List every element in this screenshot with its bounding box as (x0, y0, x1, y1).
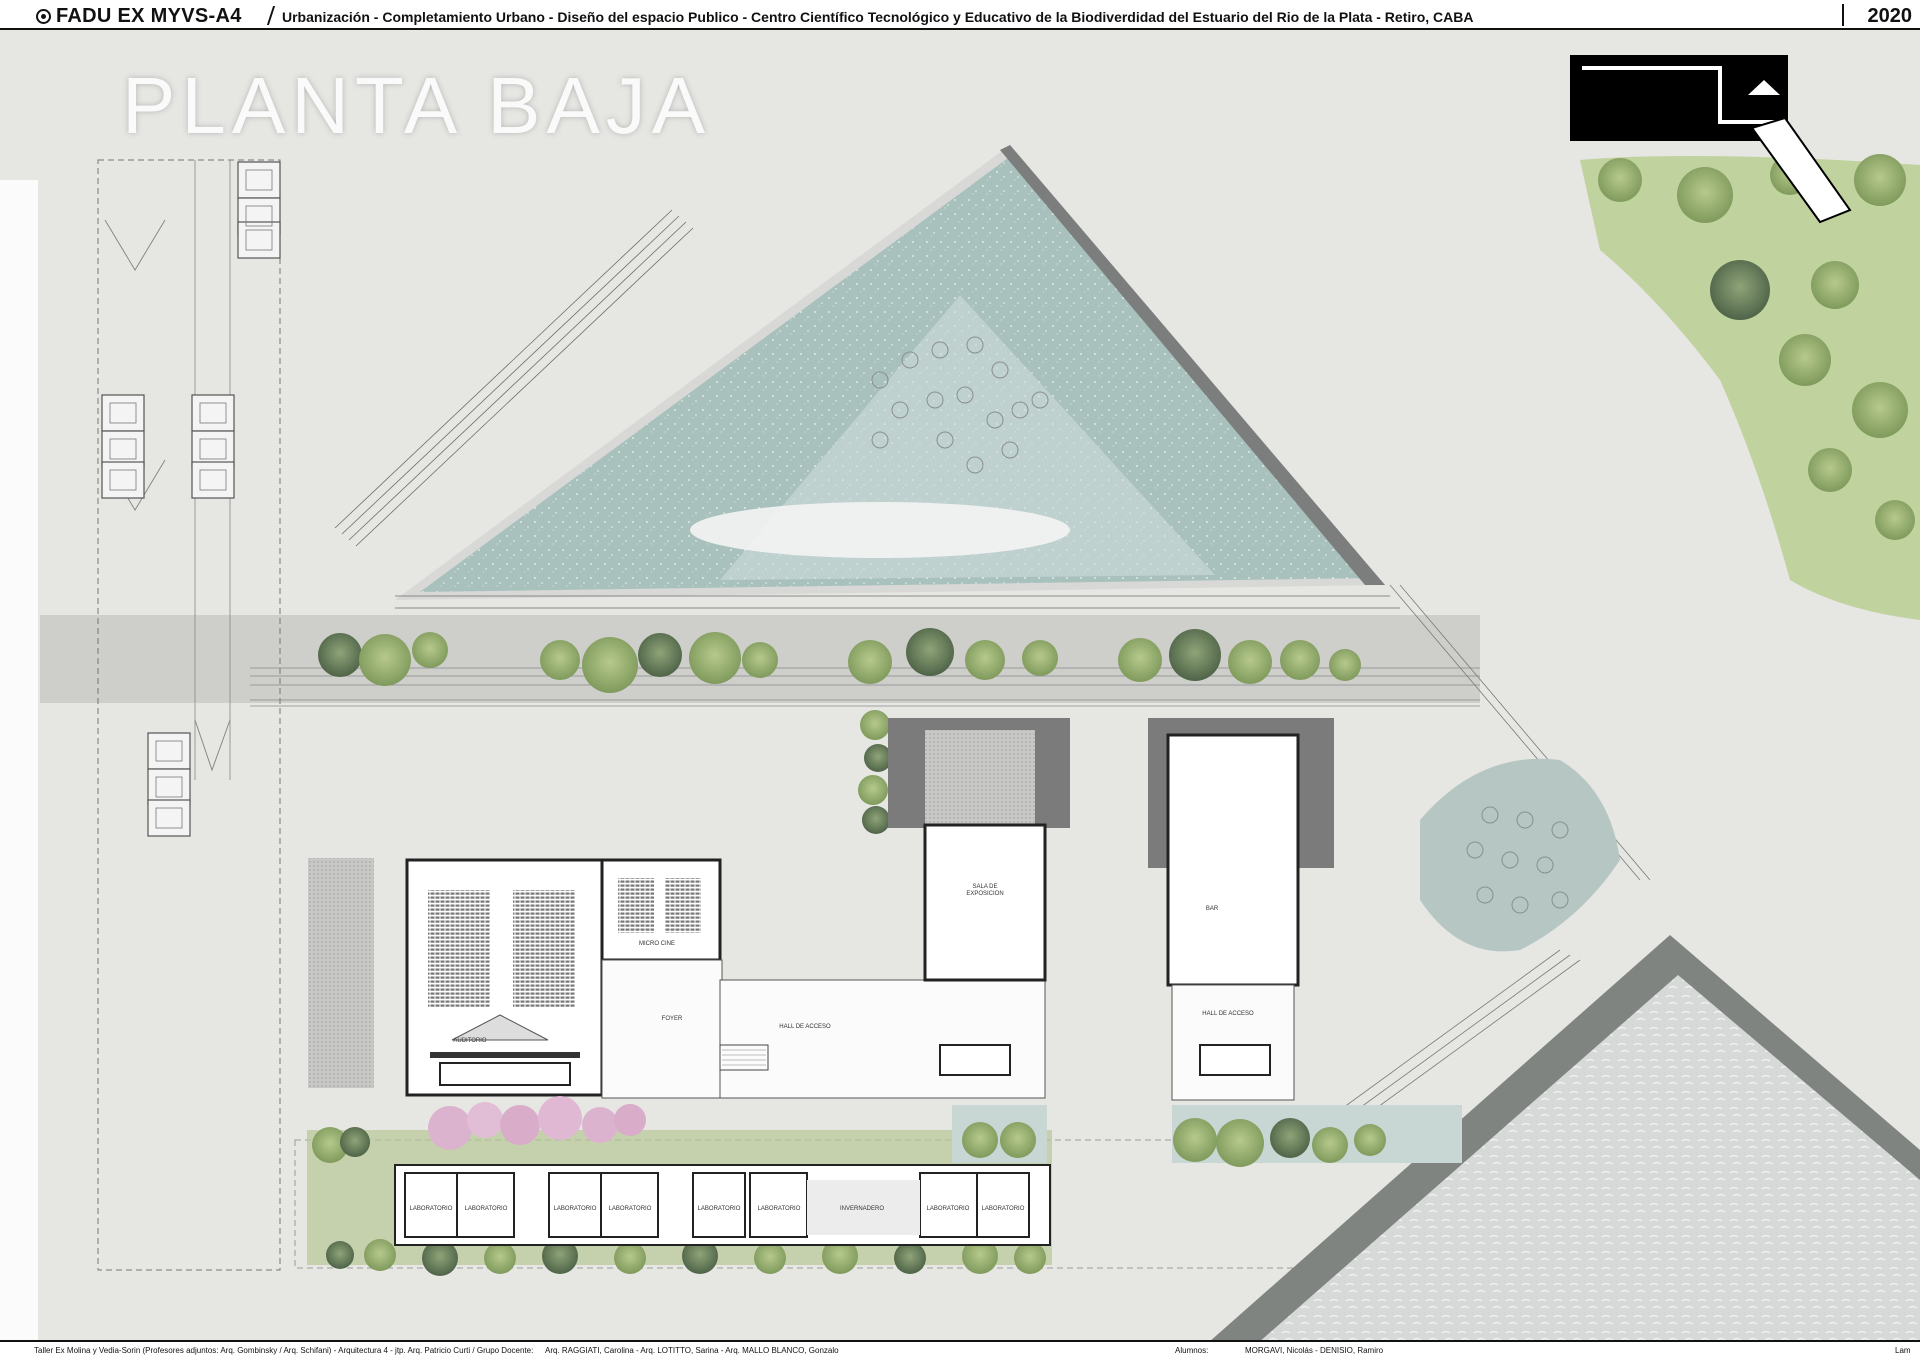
label-hall-acceso-1: HALL DE ACCESO (779, 1024, 831, 1030)
header-divider (266, 6, 276, 25)
building-bar (1148, 718, 1334, 1101)
header-bar: FADU EX MYVS-A4 Urbanización - Completam… (0, 0, 1920, 30)
label-hall-acceso-2: HALL DE ACCESO (1202, 1011, 1254, 1017)
footer-docentes: Arq. RAGGIATI, Carolina - Arq. LOTITTO, … (545, 1346, 839, 1355)
plan-sheet: AUDITORIO MICRO CINE FOYER HALL DE ACCES… (0, 0, 1920, 1358)
label-laboratorio: LABORATORIO (554, 1206, 597, 1212)
label-laboratorio: LABORATORIO (927, 1206, 970, 1212)
footer-credits: Taller Ex Molina y Vedia-Sorin (Profesor… (34, 1346, 534, 1355)
label-laboratorio: LABORATORIO (698, 1206, 741, 1212)
university-seal-icon (36, 9, 51, 24)
label-invernadero: INVERNADERO (840, 1206, 884, 1212)
footer-alumnos: MORGAVI, Nicolás - DENISIO, Ramiro (1245, 1346, 1384, 1355)
label-laboratorio: LABORATORIO (609, 1206, 652, 1212)
page-title: PLANTA BAJA (122, 61, 712, 150)
parking-strip (308, 858, 374, 1088)
vertical-tree-row (858, 710, 892, 834)
label-micro-cine: MICRO CINE (639, 941, 675, 947)
sheet-code: FADU EX MYVS-A4 (56, 5, 242, 27)
label-sala-de: SALA DE (972, 884, 997, 890)
footer-alumnos-label: Alumnos: (1175, 1346, 1209, 1355)
left-margin-strip (0, 180, 38, 1358)
triangular-pond (334, 145, 1400, 609)
building-exhibition (888, 718, 1070, 982)
laboratory-row (394, 1164, 1051, 1246)
label-laboratorio: LABORATORIO (465, 1206, 508, 1212)
small-pond (1420, 758, 1620, 952)
sheet-year: 2020 (1867, 5, 1913, 27)
label-auditorio: AUDITORIO (453, 1038, 487, 1044)
laboratory-labels: LABORATORIO LABORATORIO LABORATORIO LABO… (410, 1206, 1025, 1212)
footer-sheet: Lam (1895, 1346, 1911, 1355)
label-laboratorio: LABORATORIO (410, 1206, 453, 1212)
label-foyer: FOYER (662, 1016, 683, 1022)
footer-bar: Taller Ex Molina y Vedia-Sorin (Profesor… (0, 1340, 1920, 1358)
label-bar: BAR (1206, 906, 1219, 912)
label-exposicion: EXPOSICION (966, 891, 1003, 897)
label-laboratorio: LABORATORIO (982, 1206, 1025, 1212)
left-corridor (97, 159, 281, 1271)
label-laboratorio: LABORATORIO (758, 1206, 801, 1212)
project-description: Urbanización - Completamiento Urbano - D… (282, 9, 1474, 25)
site-plan-drawing: AUDITORIO MICRO CINE FOYER HALL DE ACCES… (0, 55, 1920, 1358)
